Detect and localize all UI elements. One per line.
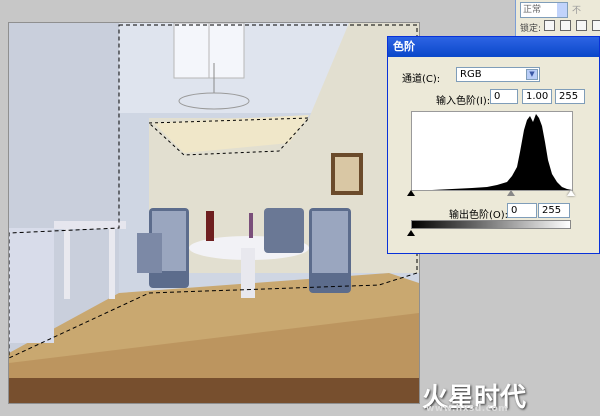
output-gradient-bar — [411, 220, 571, 229]
dialog-title[interactable]: 色阶 — [388, 37, 599, 57]
black-point-handle[interactable] — [407, 190, 415, 196]
input-black-field[interactable]: 0 — [490, 89, 518, 104]
interior-photo — [9, 23, 419, 403]
lock-transparency-icon[interactable] — [544, 20, 555, 31]
lock-options — [544, 20, 600, 31]
histogram-graph — [412, 114, 572, 190]
layers-panel: 正常 不 锁定: — [515, 0, 600, 37]
lock-all-icon[interactable] — [592, 20, 600, 31]
chevron-down-icon[interactable] — [557, 3, 567, 17]
output-black-field[interactable]: 0 — [507, 203, 537, 218]
opacity-label: 不 — [572, 6, 582, 16]
output-white-field[interactable]: 255 — [538, 203, 570, 218]
lock-move-icon[interactable] — [576, 20, 587, 31]
input-levels-slider[interactable] — [407, 190, 575, 197]
lock-label: 锁定: — [520, 24, 542, 34]
output-black-handle[interactable] — [407, 230, 415, 236]
channel-select[interactable]: RGB ▼ — [456, 67, 540, 82]
gamma-handle[interactable] — [507, 190, 515, 196]
channel-value: RGB — [460, 69, 482, 80]
input-gamma-field[interactable]: 1.00 — [522, 89, 552, 104]
output-levels-label: 输出色阶(O): — [449, 210, 509, 221]
watermark-url: www.hxsd.com — [426, 404, 509, 414]
white-point-handle[interactable] — [567, 190, 575, 196]
input-white-field[interactable]: 255 — [555, 89, 585, 104]
levels-dialog: 色阶 通道(C): RGB ▼ 输入色阶(I): 0 1.00 255 输出色阶… — [387, 36, 600, 254]
channel-label: 通道(C): — [402, 74, 441, 85]
document-canvas[interactable] — [8, 22, 420, 404]
blend-mode-value: 正常 — [523, 5, 542, 15]
chevron-down-icon[interactable]: ▼ — [526, 69, 538, 80]
blend-mode-select[interactable]: 正常 — [520, 2, 568, 18]
lock-brush-icon[interactable] — [560, 20, 571, 31]
input-levels-label: 输入色阶(I): — [436, 96, 491, 107]
histogram — [411, 111, 573, 191]
